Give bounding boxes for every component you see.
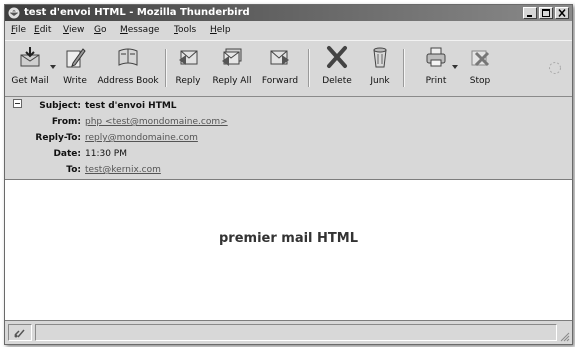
toolbar-separator [308,49,310,87]
address-book-icon [118,48,138,66]
close-button[interactable] [555,7,569,19]
subject-label: Subject: [39,101,81,111]
print-dropdown-icon[interactable] [452,65,458,69]
reply-to-link[interactable]: reply@mondomaine.com [85,131,198,145]
delete-icon [327,46,347,68]
online-status-icon [14,329,25,338]
status-bar [5,322,572,344]
menu-edit[interactable]: Edit [34,22,51,39]
header-subject-row: Subject: test d'envoi HTML [5,99,572,113]
stop-label: Stop [469,76,491,86]
toolbar-separator [165,49,167,87]
print-icon [426,47,446,67]
reply-button[interactable]: Reply [171,45,205,91]
get-mail-icon [20,47,40,67]
online-status-toggle[interactable] [8,324,32,341]
resize-grip-icon[interactable] [560,332,570,342]
to-link[interactable]: test@kernix.com [85,163,161,177]
menu-bar: File Edit View Go Message Tools Help [5,22,572,39]
message-body-pane[interactable]: premier mail HTML [5,180,572,321]
thunderbird-window: test d'envoi HTML - Mozilla Thunderbird … [4,4,573,345]
minimize-button[interactable] [523,7,537,19]
junk-button[interactable]: Junk [363,45,397,91]
date-label: Date: [53,149,81,159]
reply-all-icon [222,48,242,66]
reply-label: Reply [175,76,201,86]
get-mail-button[interactable]: Get Mail [11,45,49,91]
menu-go[interactable]: Go [94,22,107,39]
print-button[interactable]: Print [421,45,451,91]
junk-label: Junk [370,76,390,86]
delete-label: Delete [322,76,352,86]
write-label: Write [63,76,87,86]
header-to-row: To: test@kernix.com [5,163,572,177]
address-book-label: Address Book [97,76,159,86]
message-header-pane: Subject: test d'envoi HTML From: php <te… [5,96,572,180]
subject-value: test d'envoi HTML [85,101,177,111]
stop-button[interactable]: Stop [465,45,495,91]
write-icon [66,48,86,68]
reply-all-label: Reply All [212,76,252,86]
maximize-button[interactable] [539,7,553,19]
from-label: From: [51,117,81,127]
header-date-row: Date: 11:30 PM [5,147,572,161]
menu-file[interactable]: File [11,22,26,39]
forward-icon [270,50,289,65]
toolbar-separator [403,49,405,87]
reply-icon [179,50,198,65]
window-controls [523,7,569,19]
from-link[interactable]: php <test@mondomaine.com> [85,115,228,129]
close-icon [558,9,566,17]
thunderbird-app-icon [8,7,20,19]
to-label: To: [66,165,81,175]
write-button[interactable]: Write [60,45,90,91]
title-bar[interactable]: test d'envoi HTML - Mozilla Thunderbird [5,5,572,21]
message-body-text: premier mail HTML [218,231,358,246]
address-book-button[interactable]: Address Book [95,45,161,91]
maximize-icon [542,9,550,17]
forward-label: Forward [261,76,299,86]
reply-all-button[interactable]: Reply All [211,45,253,91]
delete-button[interactable]: Delete [317,45,357,91]
activity-throbber-icon [549,62,561,74]
header-from-row: From: php <test@mondomaine.com> [5,115,572,129]
stop-icon [471,50,490,67]
menu-view[interactable]: View [63,22,84,39]
reply-to-label: Reply-To: [35,133,81,143]
window-title: test d'envoi HTML - Mozilla Thunderbird [24,7,250,18]
junk-icon [373,47,387,68]
menu-help[interactable]: Help [210,22,231,39]
forward-button[interactable]: Forward [257,45,303,91]
get-mail-label: Get Mail [11,76,49,86]
minimize-icon [527,15,532,17]
menu-tools[interactable]: Tools [174,22,196,39]
main-toolbar: Get Mail Write Address Book Reply Reply … [5,40,572,97]
print-label: Print [425,76,447,86]
header-reply-to-row: Reply-To: reply@mondomaine.com [5,131,572,145]
date-value: 11:30 PM [85,149,127,159]
status-text-field [35,324,557,341]
get-mail-dropdown-icon[interactable] [50,65,56,69]
menu-message[interactable]: Message [120,22,159,39]
